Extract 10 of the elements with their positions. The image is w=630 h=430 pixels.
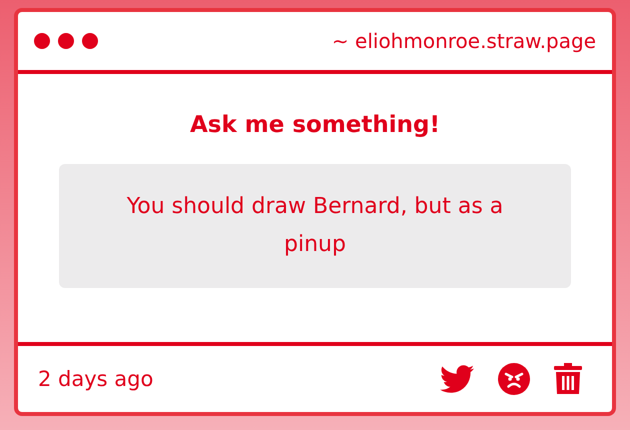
time-ago: 2 days ago [38, 367, 154, 391]
heading: Ask me something! [190, 112, 440, 138]
page-address: ~ eliohmonroe.straw.page [332, 29, 596, 53]
bird-icon[interactable] [440, 362, 474, 396]
angry-face-icon[interactable] [498, 363, 530, 395]
window-dot [34, 33, 50, 49]
window-dot [58, 33, 74, 49]
window-dot [82, 33, 98, 49]
trash-icon[interactable] [554, 363, 582, 395]
question-text: You should draw Bernard, but as a pinup [59, 164, 571, 288]
